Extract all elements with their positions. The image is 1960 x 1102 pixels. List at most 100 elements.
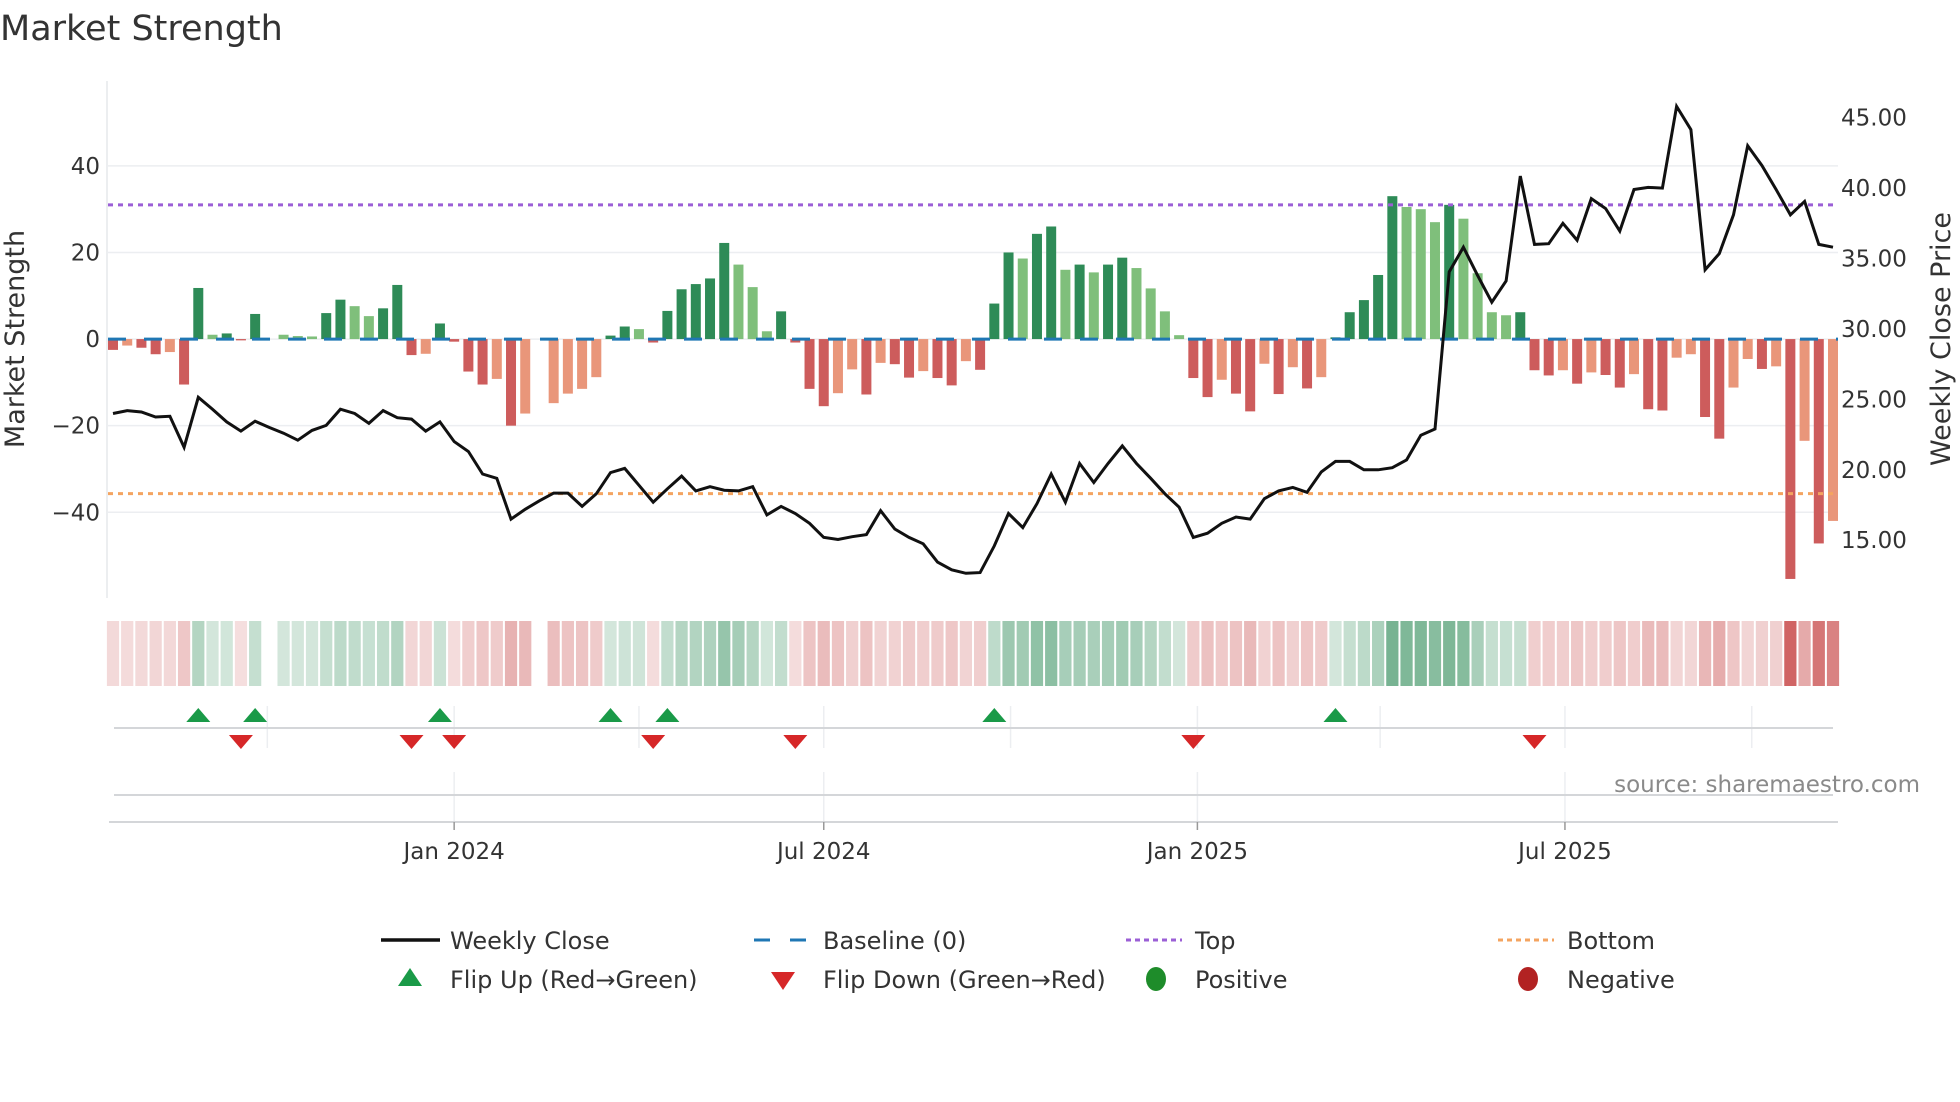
strength-bar [491, 339, 502, 379]
strength-bar [1344, 312, 1355, 340]
strength-bars [108, 196, 1838, 579]
heat-cell [831, 621, 845, 686]
heat-cell [177, 621, 191, 686]
strength-bar [392, 284, 403, 340]
legend-item-tri-up: Flip Up (Red→Green) [398, 966, 698, 994]
strength-bar [832, 339, 843, 394]
heat-cell [860, 621, 873, 686]
strength-bar [193, 287, 204, 340]
y-axis-title: Market Strength [0, 230, 31, 448]
legend-item-dashed: Baseline (0) [754, 927, 966, 955]
strength-bar [1671, 339, 1682, 358]
heat-cell [1556, 621, 1570, 686]
heat-cell [1258, 621, 1271, 686]
heat-cell [320, 621, 333, 686]
flip-up-marker [427, 708, 452, 722]
heat-cell [1101, 621, 1115, 686]
strength-bar [989, 303, 1000, 340]
flip-down-marker [1181, 735, 1206, 749]
y-right-tick-label: 25.00 [1841, 387, 1907, 413]
heat-cell [1016, 621, 1029, 686]
strength-bar [591, 339, 602, 378]
strength-bar [1700, 339, 1711, 418]
heat-cell [462, 621, 475, 686]
strength-bar [1572, 339, 1583, 384]
flip-down-marker [641, 735, 666, 749]
heat-cell [1741, 621, 1754, 686]
strength-bar [1543, 339, 1554, 376]
heat-cell [1528, 621, 1541, 686]
heat-cell [1229, 621, 1243, 686]
triangle-down-icon [771, 972, 795, 990]
circle-icon [1146, 967, 1166, 991]
strength-bar [577, 339, 588, 389]
strength-bar [278, 334, 289, 340]
heat-cell [206, 621, 219, 686]
heat-cell [1300, 621, 1314, 686]
strength-bar [406, 339, 417, 356]
heat-cell [1684, 621, 1697, 686]
flip-up-marker [655, 708, 680, 722]
heat-cell [1315, 621, 1328, 686]
flip-up-marker [243, 708, 268, 722]
heat-cell [448, 621, 461, 686]
y-tick-label: 20 [71, 240, 100, 266]
x-tick-label: Jan 2024 [402, 839, 505, 865]
strength-bar [1529, 339, 1540, 371]
heat-cell [604, 621, 617, 686]
strength-bar [1188, 339, 1199, 379]
legend-item-dot-neg: Negative [1518, 966, 1675, 994]
strength-bar [1017, 258, 1028, 340]
strength-bar [164, 339, 175, 353]
strength-bar [1643, 339, 1654, 410]
heat-cell [732, 621, 745, 686]
heat-cell [192, 621, 205, 686]
market-strength-chart: Market Strength 40 20 0 −20 −40 45.00 40.00 35.… [0, 9, 1957, 994]
heat-cell [1002, 621, 1015, 686]
heat-cell [1030, 621, 1044, 686]
heat-cell [305, 621, 319, 686]
heat-cell [419, 621, 432, 686]
heat-cell [121, 621, 134, 686]
heat-cell [1713, 621, 1726, 686]
strength-bar [1515, 312, 1526, 340]
strength-bar [506, 339, 517, 426]
heat-cell [1627, 621, 1641, 686]
heat-cell [917, 621, 930, 686]
heat-cell [931, 621, 944, 686]
heat-cell [1599, 621, 1612, 686]
heat-cell [1343, 621, 1356, 686]
flip-markers: Jan 2024 Jul 2024 Jan 2025 Jul 2025 [109, 706, 1838, 865]
heat-cell [362, 621, 375, 686]
strength-bar [1813, 339, 1824, 544]
heat-cell [490, 621, 503, 686]
strength-bar [420, 339, 431, 354]
legend-item-dotted-bottom: Bottom [1498, 927, 1655, 955]
strength-bar [1259, 339, 1270, 364]
strength-bar [1373, 274, 1384, 340]
heat-cell [675, 621, 688, 686]
y-right-axis-title: Weekly Close Price [1926, 212, 1957, 466]
heat-cell [760, 621, 773, 686]
strength-bar [1088, 272, 1099, 340]
heat-cell [618, 621, 631, 686]
heat-cell [561, 621, 574, 686]
strength-bar [1685, 339, 1696, 355]
strength-bar [1756, 339, 1767, 369]
heat-cell [1045, 621, 1058, 686]
legend-item-dot-pos: Positive [1146, 966, 1288, 994]
strength-bar [562, 339, 573, 394]
heat-cell [1656, 621, 1669, 686]
heat-cell [1414, 621, 1427, 686]
strength-bar [975, 339, 986, 370]
strength-bar [1415, 209, 1426, 340]
strength-heat-strip [106, 621, 1840, 686]
strength-bar [335, 299, 346, 340]
heat-cell [1798, 621, 1811, 686]
heat-cell [1357, 621, 1371, 686]
strength-bar [449, 339, 460, 342]
y-right-tick-label: 15.00 [1841, 528, 1907, 554]
heat-cell [433, 621, 447, 686]
strength-bar [1131, 268, 1142, 340]
strength-bar [1742, 339, 1753, 359]
